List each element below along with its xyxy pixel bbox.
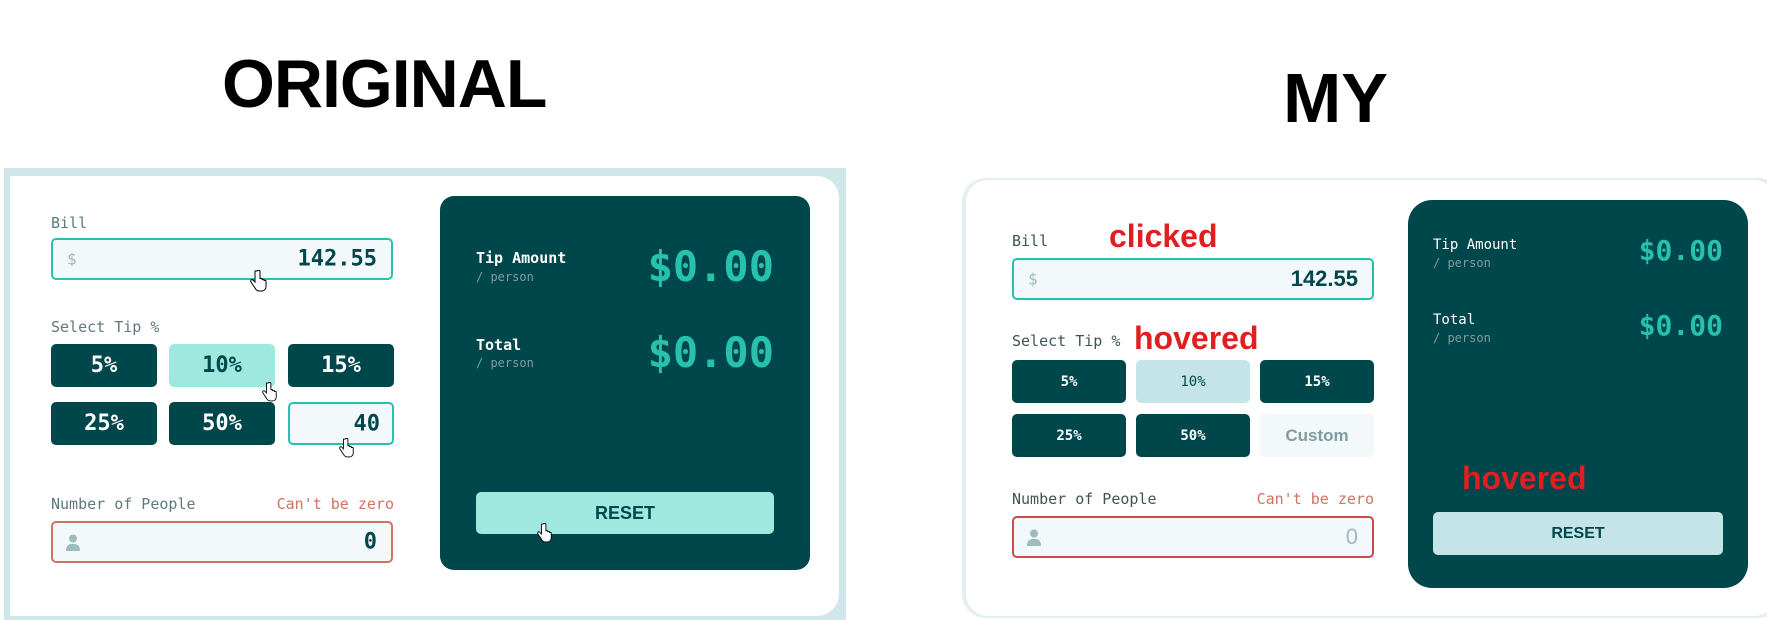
my-calculator-card: Bill clicked $ 142.55 Select Tip % hover… — [966, 180, 1767, 616]
custom-tip-value: 40 — [353, 411, 381, 436]
total-label: Total — [476, 336, 522, 354]
bill-input[interactable]: $ 142.55 — [51, 238, 393, 280]
tip-10-button[interactable]: 10% — [169, 344, 275, 387]
clicked-annotation: clicked — [1109, 218, 1218, 254]
total-sublabel: / person — [1433, 331, 1491, 345]
tip-15-button[interactable]: 15% — [288, 344, 394, 387]
people-label: Number of People — [51, 495, 196, 513]
bill-label: Bill — [1012, 232, 1049, 250]
results-panel: Tip Amount / person $0.00 Total / person… — [1408, 200, 1748, 588]
hovered-annotation: hovered — [1134, 320, 1259, 356]
tip-50-button[interactable]: 50% — [1136, 414, 1250, 457]
tip-25-button[interactable]: 25% — [51, 402, 157, 445]
people-input[interactable]: 0 — [1012, 516, 1374, 558]
custom-tip-input[interactable]: Custom — [1260, 414, 1374, 457]
error-message: Can't be zero — [276, 495, 394, 513]
hand-cursor-icon — [262, 382, 277, 402]
hand-cursor-icon — [250, 270, 267, 292]
people-value: 0 — [363, 529, 377, 555]
tip-15-button[interactable]: 15% — [1260, 360, 1374, 403]
bill-label: Bill — [51, 214, 88, 232]
hand-cursor-icon — [339, 438, 354, 458]
person-icon — [66, 534, 80, 551]
my-heading: MY — [1283, 59, 1388, 137]
total-label: Total — [1433, 312, 1476, 328]
people-label: Number of People — [1012, 490, 1157, 508]
people-value: 0 — [1345, 524, 1358, 549]
total-sublabel: / person — [476, 356, 534, 370]
tip-5-button[interactable]: 5% — [51, 344, 157, 387]
bill-value: 142.55 — [297, 246, 377, 272]
total-value: $0.00 — [1638, 309, 1723, 342]
dollar-icon: $ — [1028, 269, 1038, 289]
people-input[interactable]: 0 — [51, 521, 393, 563]
select-tip-label: Select Tip % — [51, 318, 160, 336]
tip-amount-label: Tip Amount — [476, 249, 567, 267]
total-value: $0.00 — [647, 328, 774, 377]
bill-value: 142.55 — [1290, 266, 1358, 291]
dollar-icon: $ — [67, 249, 77, 269]
reset-button[interactable]: RESET — [1433, 512, 1723, 555]
tip-5-button[interactable]: 5% — [1012, 360, 1126, 403]
hand-cursor-icon — [537, 523, 552, 543]
bill-input[interactable]: $ 142.55 — [1012, 258, 1374, 300]
error-message: Can't be zero — [1256, 490, 1374, 508]
tip-amount-label: Tip Amount — [1433, 237, 1518, 253]
reset-button[interactable]: RESET — [476, 492, 774, 534]
tip-amount-sublabel: / person — [476, 270, 534, 284]
results-panel: Tip Amount / person $0.00 Total / person… — [440, 196, 810, 570]
tip-amount-sublabel: / person — [1433, 256, 1491, 270]
tip-10-button[interactable]: 10% — [1136, 360, 1250, 403]
tip-amount-value: $0.00 — [1638, 234, 1723, 267]
person-icon — [1027, 529, 1041, 546]
original-calculator-card: Bill $ 142.55 Select Tip % 5% 10% 15% 25… — [10, 176, 839, 616]
select-tip-label: Select Tip % — [1012, 332, 1121, 350]
tip-25-button[interactable]: 25% — [1012, 414, 1126, 457]
hovered-annotation: hovered — [1462, 460, 1587, 496]
original-heading: ORIGINAL — [222, 46, 547, 122]
tip-50-button[interactable]: 50% — [169, 402, 275, 445]
tip-amount-value: $0.00 — [647, 242, 774, 291]
